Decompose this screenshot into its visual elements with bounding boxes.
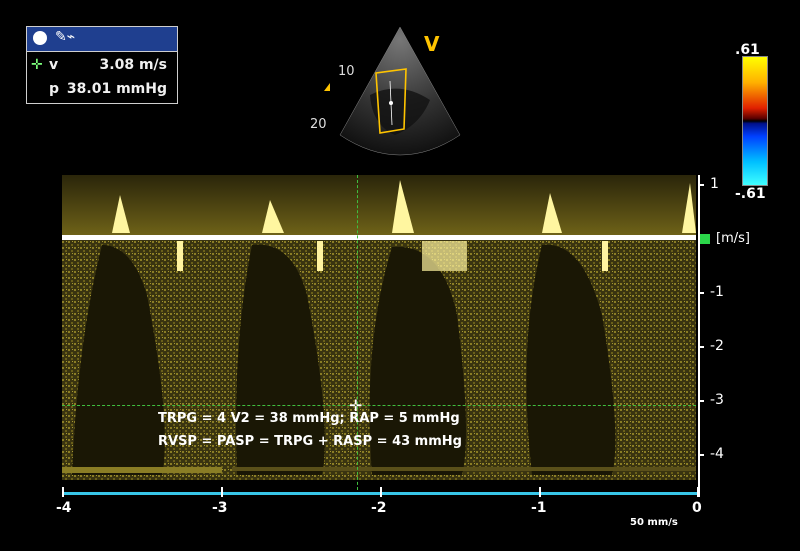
velocity-tick (698, 400, 704, 402)
velocity-label: v (49, 57, 59, 73)
crosshair-icon: ✛ (31, 57, 43, 73)
ruler-icon[interactable]: ✎⌁ (55, 29, 75, 45)
rvsp-formula: RVSP = PASP = TRPG + RASP = 43 mmHg (158, 434, 462, 449)
pressure-value: 38.01 mmHg (66, 81, 167, 97)
color-bar-bottom-label: -.61 (735, 186, 766, 202)
echo-sector-image (324, 26, 461, 156)
record-dot-icon[interactable] (33, 31, 47, 45)
measurement-header: ✎⌁ (27, 27, 177, 52)
time-label-neg3: -3 (212, 500, 228, 516)
velocity-label-neg3: -3 (710, 392, 724, 408)
sweep-speed: 50 mm/s (630, 517, 678, 528)
time-tick (539, 487, 541, 497)
time-label-neg1: -1 (531, 500, 547, 516)
velocity-label-neg1: -1 (710, 284, 724, 300)
velocity-label-neg4: -4 (710, 446, 724, 462)
pressure-label: p (49, 81, 60, 97)
time-label-0: 0 (692, 500, 702, 516)
velocity-tick (698, 346, 704, 348)
depth-label-10: 10 (338, 64, 355, 79)
time-tick (221, 487, 223, 497)
time-label-neg4: -4 (56, 500, 72, 516)
velocity-tick (698, 184, 704, 186)
trpg-formula: TRPG = 4 V2 = 38 mmHg; RAP = 5 mmHg (158, 411, 460, 426)
depth-label-20: 20 (310, 117, 327, 132)
velocity-cursor[interactable] (62, 405, 696, 406)
velocity-tick (698, 454, 704, 456)
sector-orientation-marker: V (424, 32, 440, 56)
color-velocity-bar (742, 56, 768, 186)
measurement-box: ✎⌁ ✛ v 3.08 m/s p 38.01 mmHg (26, 26, 178, 104)
velocity-unit: [m/s] (716, 231, 750, 246)
velocity-tick (698, 292, 704, 294)
velocity-axis (698, 175, 700, 497)
time-tick (380, 487, 382, 497)
velocity-label-neg2: -2 (710, 338, 724, 354)
doppler-baseline (62, 235, 696, 240)
velocity-value: 3.08 m/s (99, 57, 167, 73)
unit-marker-icon (700, 234, 710, 244)
velocity-label-1: 1 (710, 176, 719, 192)
time-label-neg2: -2 (371, 500, 387, 516)
time-tick (697, 487, 699, 497)
time-tick (62, 487, 64, 497)
